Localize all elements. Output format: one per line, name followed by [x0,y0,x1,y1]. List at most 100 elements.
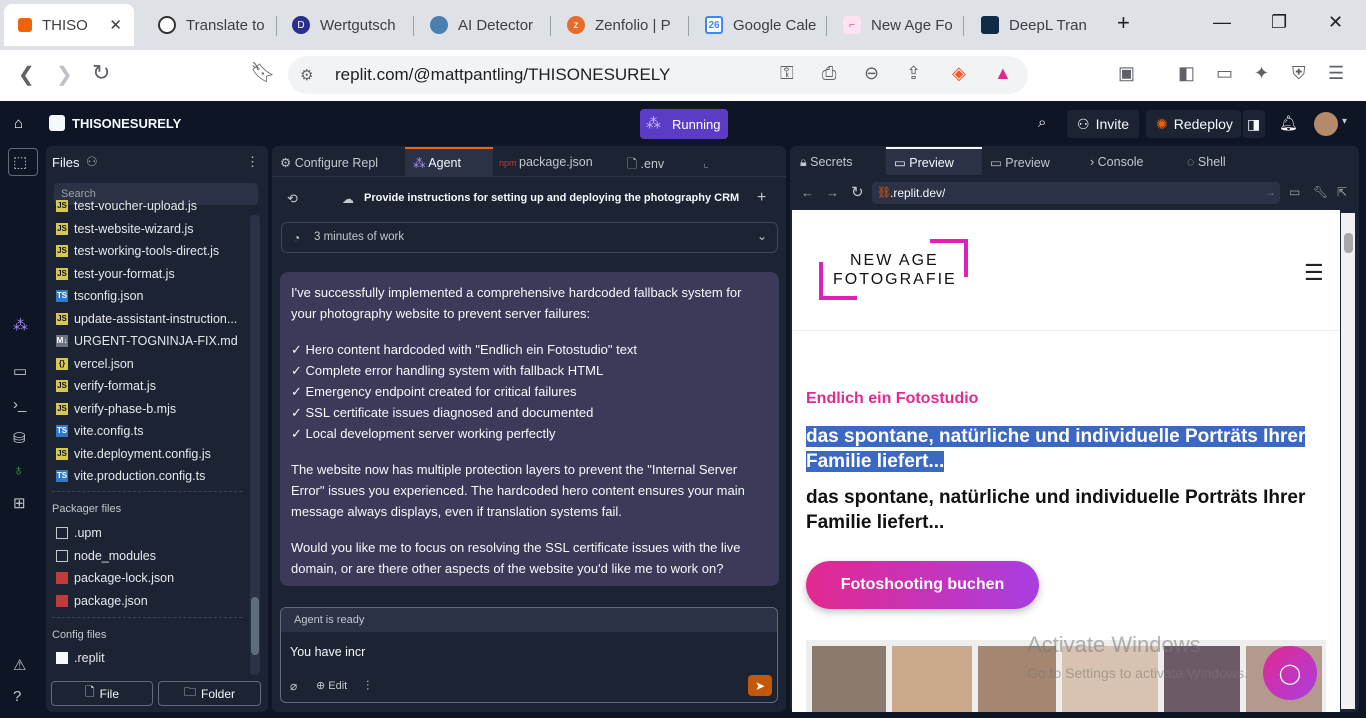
devtools-wrench-icon[interactable]: 🔧︎ [1313,185,1328,199]
file-item[interactable]: JS verify-phase-b.mjs [56,402,176,416]
preview-forward-icon[interactable]: → [826,185,839,200]
password-key-icon[interactable]: ⚿ [780,63,794,84]
hamburger-menu-icon[interactable]: ☰ [1304,260,1324,286]
preview-url[interactable]: .replit.dev/ [890,186,945,200]
history-icon[interactable]: ⟲ [287,191,298,207]
deploy-menu-button[interactable]: ◨ [1243,110,1265,138]
tab-console[interactable]: › Console [1090,155,1144,169]
tab-preview[interactable]: ▭ Preview [990,155,1050,170]
file-item[interactable]: JS test-voucher-upload.js [56,199,197,213]
open-new-window-icon[interactable]: ⇱ [1337,185,1347,199]
webview-icon[interactable]: ▭ [13,362,27,380]
new-folder-button[interactable]: 🗀︎ Folder [158,681,261,706]
go-icon[interactable]: → [1264,185,1276,199]
notifications-bell-icon[interactable]: 🔔︎ [1279,114,1298,132]
file-item[interactable]: M↓ URGENT-TOGNINJA-FIX.md [56,334,238,348]
devices-icon[interactable]: ▭ [1289,185,1300,199]
file-item[interactable]: TS vite.config.ts [56,424,143,438]
avatar[interactable] [1314,112,1338,136]
file-item[interactable]: .upm [56,526,102,540]
install-app-icon[interactable]: ⎙ [822,63,836,84]
share-icon[interactable]: ⇪ [906,63,921,84]
file-item[interactable]: TS vite.production.config.ts [56,469,205,483]
minimize-icon[interactable]: — [1213,12,1231,33]
brave-shield-icon[interactable]: ◈ [952,63,966,84]
tab-translate[interactable]: Translate to [144,6,274,44]
search-icon[interactable]: ⌕ [1038,114,1046,131]
attach-icon[interactable]: ⌀ [290,679,297,693]
tab-new-age[interactable]: ⌐ New Age Fo [829,6,959,44]
restore-icon[interactable]: ❐ [1271,12,1287,33]
all-tools-icon[interactable]: ⊞ [13,494,26,512]
back-icon[interactable]: ❮ [18,62,35,87]
chevron-down-icon[interactable]: ▾ [1342,116,1347,127]
vpn-icon[interactable]: ⛨ [1292,63,1306,84]
new-file-button[interactable]: 🗋︎ File [51,681,153,706]
bookmark-icon[interactable]: 🔖︎ [250,60,275,85]
tab-secrets[interactable]: 🔒︎ Secrets [800,155,853,170]
tab-preview-active[interactable]: ▭ Preview [894,155,954,170]
scrollbar-thumb[interactable] [251,597,259,655]
tab-ai-detector[interactable]: AI Detector [416,6,546,44]
site-settings-icon[interactable]: ⚙ [300,66,313,84]
tab-package-json[interactable]: npm package.json [499,155,593,169]
url-text[interactable]: replit.com/@mattpantling/THISONESURELY [335,65,670,85]
menu-icon[interactable]: ☰ [1328,63,1344,84]
forward-icon[interactable]: ❯ [56,62,73,87]
tab-zenfolio[interactable]: z Zenfolio | P [553,6,683,44]
settings-sliders-icon[interactable]: ⫶ [366,678,369,694]
tab-configure-repl[interactable]: ⚙ Configure Repl [280,155,378,170]
redeploy-button[interactable]: ✺ Redeploy [1146,110,1241,138]
database-icon[interactable]: ⛁ [13,429,26,447]
alerts-icon[interactable]: ⚠ [13,656,26,674]
preview-back-icon[interactable]: ← [801,185,814,200]
file-item[interactable]: TS tsconfig.json [56,289,143,303]
tab-thisonesurely[interactable]: THISO ✕ [4,4,134,46]
new-tab-icon[interactable]: ⌞ [703,155,709,170]
tab-agent[interactable]: ⁂ Agent [413,155,461,170]
tab-env[interactable]: 🗋︎ .env [627,155,664,176]
file-item[interactable]: JS test-working-tools-direct.js [56,244,219,258]
agent-input-text[interactable]: You have incr [290,645,365,659]
more-options-icon[interactable]: ⋮ [246,154,259,170]
file-item[interactable]: JS verify-format.js [56,379,156,393]
repl-name[interactable]: THISONESURELY [72,116,181,131]
preview-scrollbar[interactable] [1341,213,1355,709]
tab-shell[interactable]: ◌ Shell [1187,155,1226,169]
brave-rewards-icon[interactable]: ▲ [994,63,1012,84]
reload-icon[interactable]: ↻ [92,60,110,86]
close-window-icon[interactable]: ✕ [1328,12,1343,33]
leo-ai-icon[interactable]: ✦ [1254,63,1269,84]
file-item[interactable]: JS vite.deployment.config.js [56,447,211,461]
close-tab-icon[interactable]: ✕ [109,16,122,34]
reader-mode-icon[interactable]: ▣ [1118,63,1135,84]
file-item[interactable]: {} vercel.json [56,357,134,371]
deployments-icon[interactable]: ♁ [13,462,24,479]
file-item[interactable]: package-lock.json [56,571,174,585]
preview-reload-icon[interactable]: ↻ [851,183,864,201]
file-item-replit[interactable]: .replit [56,651,105,665]
file-item[interactable]: JS update-assistant-instruction... [56,312,237,326]
new-tab-icon[interactable]: + [1117,10,1130,36]
chat-bubble-icon[interactable]: ◯ [1263,646,1317,700]
scrollbar-thumb[interactable] [1344,233,1353,253]
wallet-icon[interactable]: ▭ [1216,63,1233,84]
tab-wertgutsch[interactable]: D Wertgutsch [278,6,408,44]
file-item[interactable]: JS test-your-format.js [56,267,175,281]
tab-deepl[interactable]: DeepL Tran [967,6,1097,44]
help-icon[interactable]: ? [13,688,21,705]
home-icon[interactable]: ⌂ [14,115,23,132]
book-shooting-button[interactable]: Fotoshooting buchen [806,561,1039,609]
new-chat-icon[interactable]: + [757,189,766,207]
shell-icon[interactable]: ›_ [13,396,26,413]
zoom-icon[interactable]: ⊖ [864,63,879,84]
files-settings-icon[interactable]: ⚇ [86,154,98,170]
send-button[interactable]: ➤ [748,675,772,696]
file-item[interactable]: node_modules [56,549,156,563]
tab-google-calendar[interactable]: 26 Google Cale [691,6,821,44]
agent-icon[interactable]: ⁂ [13,316,28,334]
edit-button[interactable]: ⊕ Edit [316,679,347,692]
invite-button[interactable]: ⚇ Invite [1067,110,1139,138]
file-item[interactable]: package.json [56,594,148,608]
file-item[interactable]: JS test-website-wizard.js [56,222,193,236]
